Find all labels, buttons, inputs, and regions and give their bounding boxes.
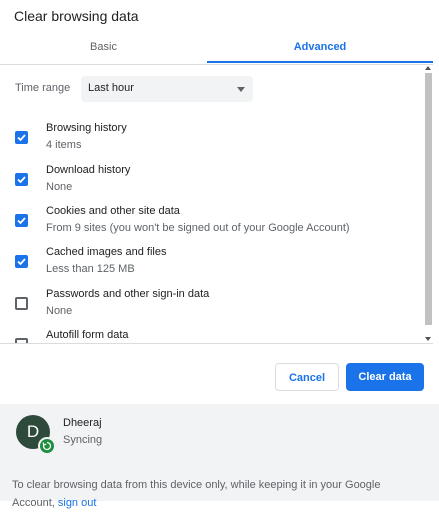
browsing-history-description: 4 items	[46, 139, 82, 151]
scroll-up-arrow-icon[interactable]	[425, 66, 431, 70]
download-history-description: None	[46, 181, 73, 193]
clear-data-button[interactable]: Clear data	[346, 363, 424, 391]
active-tab-indicator	[207, 61, 433, 63]
account-name: Dheeraj	[63, 417, 102, 429]
browsing-history-checkbox[interactable]	[15, 131, 28, 144]
download-history-checkbox[interactable]	[15, 173, 28, 186]
footer-text: To clear browsing data from this device …	[12, 476, 402, 512]
checkmark-icon	[17, 217, 26, 225]
option-autofill[interactable]: Autofill form data	[0, 328, 420, 343]
cached-images-checkbox[interactable]	[15, 255, 28, 268]
sync-status: Syncing	[63, 434, 103, 446]
cached-images-description: Less than 125 MB	[46, 263, 135, 275]
option-passwords[interactable]: Passwords and other sign-in data None	[0, 287, 420, 327]
cookies-description: From 9 sites (you won't be signed out of…	[46, 222, 350, 234]
cached-images-label: Cached images and files	[46, 246, 167, 258]
account-footer: D Dheeraj Syncing To clear browsing data…	[0, 404, 439, 509]
dropdown-arrow-icon	[237, 87, 245, 92]
tab-basic[interactable]: Basic	[0, 36, 207, 64]
time-range-label: Time range	[15, 82, 71, 94]
autofill-label: Autofill form data	[46, 329, 129, 341]
option-cached-images[interactable]: Cached images and files Less than 125 MB	[0, 245, 420, 285]
dialog-title: Clear browsing data	[14, 8, 139, 24]
cookies-checkbox[interactable]	[15, 214, 28, 227]
passwords-checkbox[interactable]	[15, 297, 28, 310]
passwords-label: Passwords and other sign-in data	[46, 288, 210, 300]
checkmark-icon	[17, 176, 26, 184]
tab-bar: Basic Advanced	[0, 36, 433, 64]
checkmark-icon	[17, 134, 26, 142]
option-download-history[interactable]: Download history None	[0, 163, 420, 203]
tab-advanced[interactable]: Advanced	[207, 36, 433, 64]
passwords-description: None	[46, 305, 73, 317]
actions-divider	[0, 343, 433, 344]
option-cookies[interactable]: Cookies and other site data From 9 sites…	[0, 204, 420, 244]
browsing-history-label: Browsing history	[46, 122, 127, 134]
avatar: D	[16, 415, 56, 455]
options-list: Time range Last hour Browsing history 4 …	[0, 65, 433, 343]
sign-out-link[interactable]: sign out	[58, 497, 97, 509]
scrollbar[interactable]	[423, 65, 433, 343]
download-history-label: Download history	[46, 164, 131, 176]
checkmark-icon	[17, 258, 26, 266]
sync-icon	[38, 437, 56, 455]
option-browsing-history[interactable]: Browsing history 4 items	[0, 121, 420, 161]
cancel-button[interactable]: Cancel	[275, 363, 339, 391]
time-range-value: Last hour	[88, 82, 134, 94]
scrollbar-thumb[interactable]	[425, 73, 432, 325]
scroll-down-arrow-icon[interactable]	[425, 337, 431, 341]
time-range-select[interactable]: Last hour	[81, 76, 253, 102]
cookies-label: Cookies and other site data	[46, 205, 180, 217]
